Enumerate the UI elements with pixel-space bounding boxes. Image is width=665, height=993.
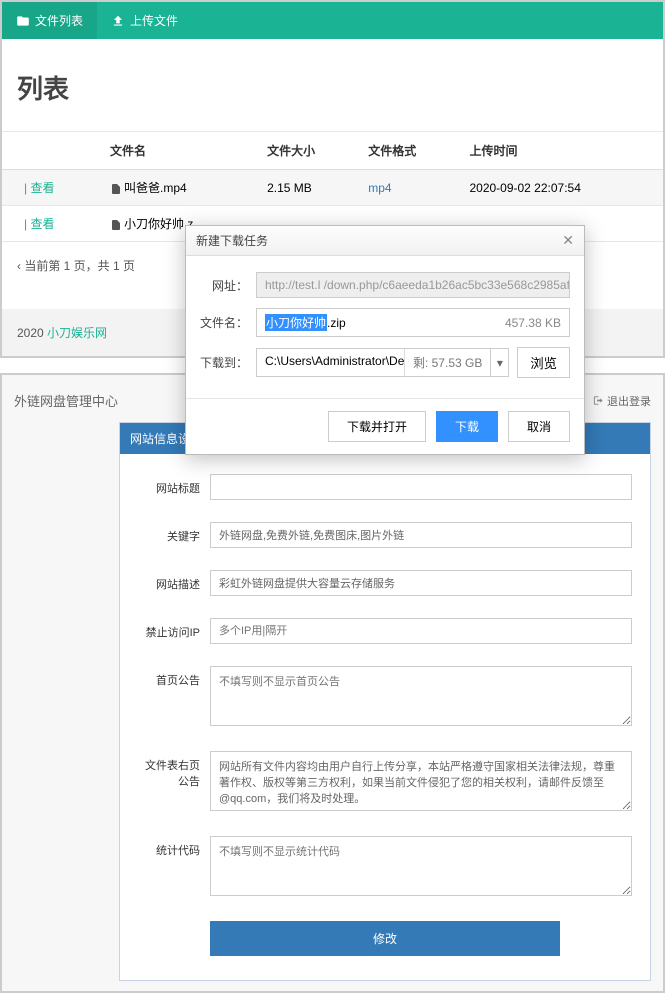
keywords-label: 关键字 <box>138 522 200 548</box>
download-button[interactable]: 下载 <box>436 411 498 442</box>
site-title-label: 网站标题 <box>138 474 200 500</box>
filename-ext: .zip <box>327 316 346 330</box>
col-uploaded: 上传时间 <box>461 132 663 170</box>
file-size: 2.15 MB <box>259 170 360 206</box>
footer-site-link[interactable]: 小刀娱乐网 <box>47 326 107 340</box>
url-label: 网址： <box>200 277 248 294</box>
file-format[interactable]: mp4 <box>368 181 391 195</box>
folder-open-icon <box>16 14 30 28</box>
table-row: | 查看 叫爸爸.mp4 2.15 MB mp4 2020-09-02 22:0… <box>2 170 663 206</box>
col-name: 文件名 <box>102 132 259 170</box>
admin-brand: 外链网盘管理中心 <box>14 391 118 410</box>
rightnotice-input[interactable] <box>210 751 632 811</box>
modal-title: 新建下载任务 <box>196 232 268 249</box>
view-link[interactable]: | 查看 <box>24 181 54 195</box>
nav-file-list-label: 文件列表 <box>35 12 83 29</box>
settings-panel: 网站信息设置 网站标题 关键字 网站描述 禁止访问IP 首页公告 <box>119 422 651 981</box>
download-open-button[interactable]: 下载并打开 <box>328 411 426 442</box>
col-format: 文件格式 <box>360 132 461 170</box>
dest-remaining: 剩: 57.53 GB <box>404 349 490 376</box>
file-icon <box>110 219 122 231</box>
browse-button[interactable]: 浏览 <box>517 347 570 378</box>
url-input[interactable]: http://test.l /down.php/c6aeeda1b26ac5bc… <box>256 272 570 298</box>
blockip-input[interactable] <box>210 618 632 644</box>
filename-input[interactable]: 小刀你好帅.zip 457.38 KB <box>256 308 570 337</box>
download-modal: 新建下载任务 ✕ 网址： http://test.l /down.php/c6a… <box>185 225 585 455</box>
submit-button[interactable]: 修改 <box>210 921 560 956</box>
col-size: 文件大小 <box>259 132 360 170</box>
modal-header: 新建下载任务 ✕ <box>186 226 584 256</box>
notice-input[interactable] <box>210 666 632 726</box>
filename-highlight: 小刀你好帅 <box>265 314 327 331</box>
statcode-input[interactable] <box>210 836 632 896</box>
view-link[interactable]: | 查看 <box>24 217 54 231</box>
dest-input[interactable]: C:\Users\Administrator\Desktop 剩: 57.53 … <box>256 348 509 377</box>
desc-input[interactable] <box>210 570 632 596</box>
filename-label: 文件名： <box>200 314 248 331</box>
rightnotice-label: 文件表右页公告 <box>138 751 200 814</box>
file-name: 小刀你好帅.z <box>124 217 193 231</box>
logout-icon <box>593 395 604 406</box>
nav-file-list[interactable]: 文件列表 <box>2 2 97 39</box>
blockip-label: 禁止访问IP <box>138 618 200 644</box>
file-uploaded: 2020-09-02 22:07:54 <box>461 170 663 206</box>
notice-label: 首页公告 <box>138 666 200 729</box>
desc-label: 网站描述 <box>138 570 200 596</box>
main-section: 列表 文件名 文件大小 文件格式 上传时间 | 查看 叫爸爸.mp4 2.15 … <box>0 39 665 358</box>
dest-path: C:\Users\Administrator\Desktop <box>257 349 404 376</box>
statcode-label: 统计代码 <box>138 836 200 899</box>
site-title-input[interactable] <box>210 474 632 500</box>
upload-icon <box>111 14 125 28</box>
chevron-down-icon[interactable]: ▾ <box>490 349 508 376</box>
page-title: 列表 <box>2 39 663 132</box>
dest-label: 下载到： <box>200 354 248 371</box>
admin-section: 外链网盘管理中心 后台首页 文件管理 系统设置▾ 退出登录 网站信息设置 <box>0 373 665 993</box>
menu-logout[interactable]: 退出登录 <box>593 393 651 409</box>
keywords-input[interactable] <box>210 522 632 548</box>
file-name: 叫爸爸.mp4 <box>124 181 187 195</box>
nav-upload[interactable]: 上传文件 <box>97 2 192 39</box>
top-nav: 文件列表 上传文件 <box>0 0 665 39</box>
nav-upload-label: 上传文件 <box>130 12 178 29</box>
cancel-button[interactable]: 取消 <box>508 411 570 442</box>
filename-size: 457.38 KB <box>497 316 561 330</box>
file-icon <box>110 183 122 195</box>
close-icon[interactable]: ✕ <box>562 232 574 249</box>
